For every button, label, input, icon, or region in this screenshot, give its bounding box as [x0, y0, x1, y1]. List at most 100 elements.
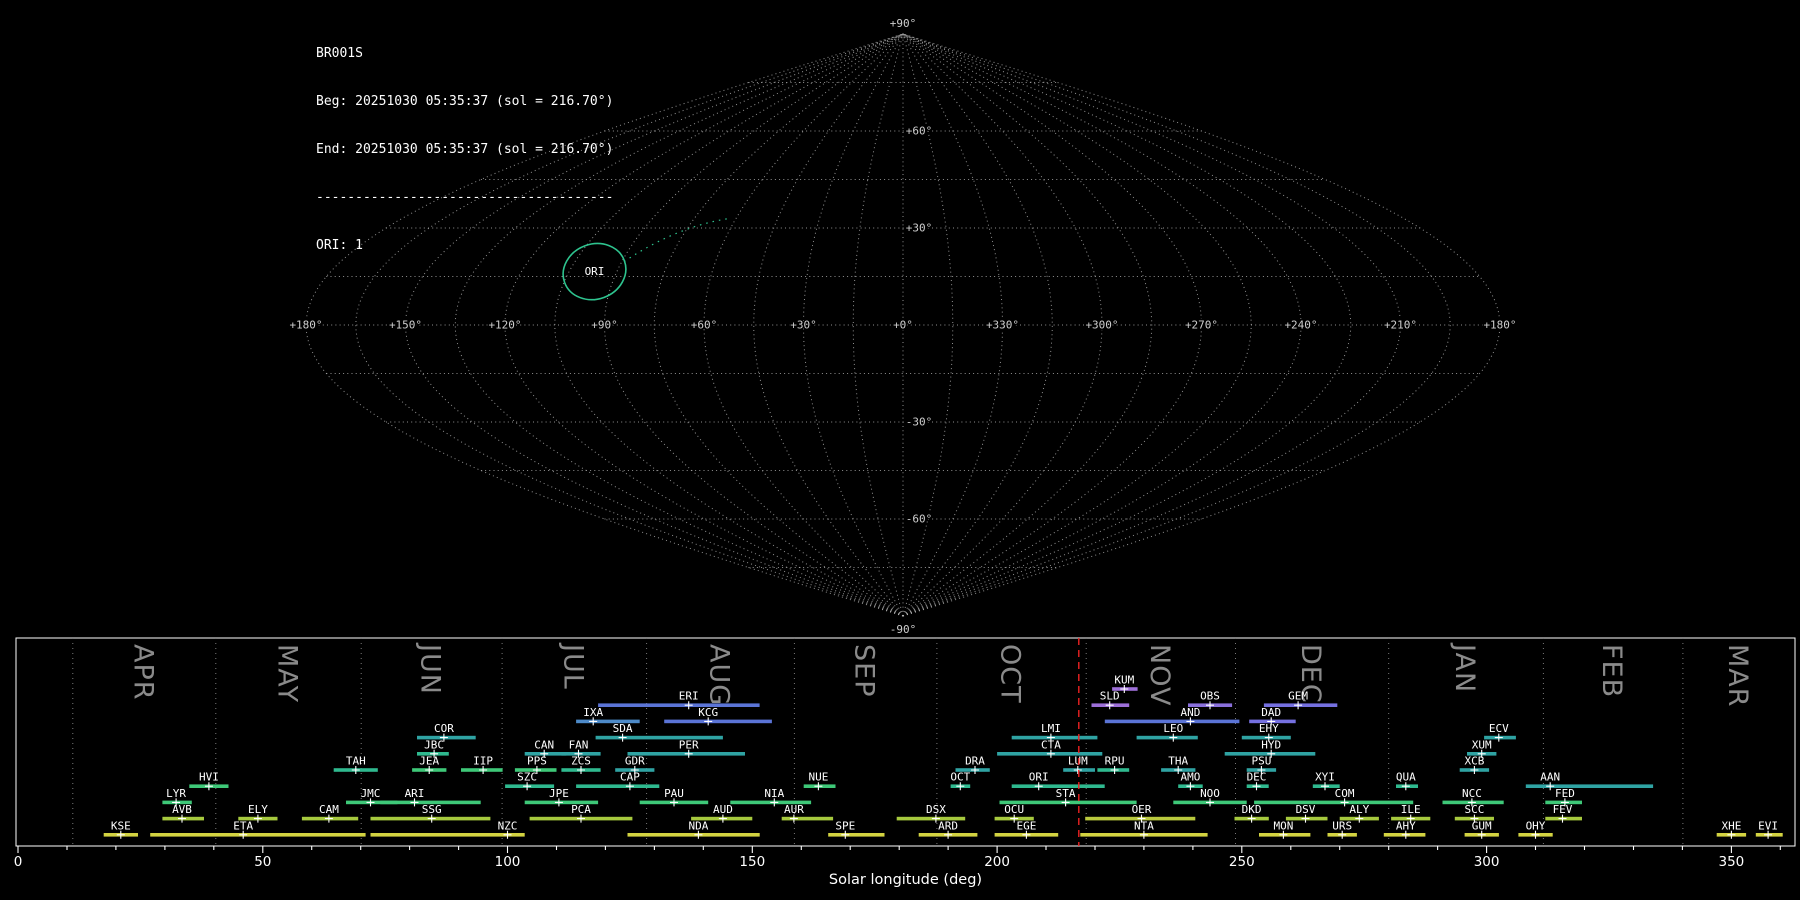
shower-MON: MON — [1259, 819, 1311, 839]
shower-activity-bar — [595, 735, 723, 740]
month-label: JUL — [557, 642, 588, 690]
x-tick-label: 250 — [1229, 854, 1255, 870]
shower-code-label: NDA — [688, 819, 708, 832]
shower-activity-bar — [1254, 800, 1414, 805]
shower-code-label: OCU — [1004, 803, 1024, 816]
shower-activity-bar — [664, 719, 772, 724]
shower-SZC: SZC — [505, 771, 555, 791]
shower-LEO: LEO — [1136, 722, 1198, 742]
shower-activity-bar — [1136, 735, 1198, 740]
shower-SPE: SPE — [828, 819, 885, 839]
shower-code-label: ARD — [938, 819, 958, 832]
shower-code-label: OCT — [950, 771, 970, 784]
shower-code-label: ZCS — [571, 755, 591, 768]
shower-code-label: COM — [1335, 787, 1355, 800]
shower-code-label: GUM — [1472, 819, 1492, 832]
shower-code-label: LMI — [1041, 722, 1061, 735]
shower-code-label: NUE — [808, 771, 828, 784]
shower-AMO: AMO — [1178, 771, 1203, 791]
shower-code-label: XCB — [1464, 755, 1484, 768]
equator-longitude-label: +120° — [488, 319, 521, 332]
shower-code-label: PPS — [527, 755, 547, 768]
shower-EVI: EVI — [1755, 819, 1783, 839]
shower-RPU: RPU — [1097, 755, 1130, 774]
shower-code-label: DSV — [1296, 803, 1316, 816]
shower-code-label: NZC — [498, 819, 518, 832]
shower-code-label: XHE — [1721, 819, 1741, 832]
pole-label-south: -90° — [890, 623, 917, 636]
shower-code-label: KCG — [698, 706, 718, 719]
x-tick-label: 150 — [739, 854, 765, 870]
shower-CAM: CAM — [301, 803, 359, 823]
meridian-line — [902, 33, 1053, 617]
x-tick-label: 50 — [254, 854, 271, 870]
separator-line: -------------------------------------- — [316, 190, 614, 205]
month-label: NOV — [1144, 644, 1175, 706]
radiant-drift-path — [623, 217, 731, 263]
shower-code-label: IIP — [473, 755, 493, 768]
observation-info: BR001S Beg: 20251030 05:35:37 (sol = 216… — [316, 14, 613, 286]
shower-NZC: NZC — [370, 819, 525, 839]
shower-code-label: STA — [1056, 787, 1076, 800]
shower-code-label: ETA — [233, 819, 253, 832]
shower-OHY: OHY — [1518, 819, 1553, 839]
end-time-line: End: 20251030 05:35:37 (sol = 216.70°) — [316, 142, 614, 157]
equator-longitude-label: +240° — [1284, 319, 1317, 332]
shower-code-label: EVI — [1758, 819, 1778, 832]
shower-code-label: FED — [1555, 787, 1575, 800]
shower-FEV: FEV — [1545, 803, 1582, 823]
month-label: JAN — [1449, 642, 1480, 693]
shower-OCT: OCT — [950, 771, 971, 791]
shower-code-label: COR — [434, 722, 454, 735]
meridian-line — [902, 33, 1203, 617]
shower-code-label: OER — [1132, 803, 1152, 816]
shower-code-label: IXA — [583, 706, 603, 719]
shower-code-label: NOO — [1200, 787, 1220, 800]
shower-code-label: AAN — [1540, 771, 1560, 784]
shower-code-label: PAU — [664, 787, 684, 800]
shower-NUE: NUE — [803, 771, 836, 791]
shower-HVI: HVI — [189, 771, 229, 791]
shower-code-label: DAD — [1261, 706, 1281, 719]
shower-code-label: QUA — [1396, 771, 1416, 784]
shower-code-label: PCA — [571, 803, 591, 816]
shower-ZCS: ZCS — [561, 755, 601, 774]
shower-code-label: OHY — [1526, 819, 1546, 832]
shower-code-label: ARI — [405, 787, 425, 800]
month-label: AUG — [704, 644, 735, 706]
equator-longitude-label: +30° — [790, 319, 817, 332]
shower-URS: URS — [1327, 819, 1357, 839]
shower-AUR: AUR — [781, 803, 834, 823]
shower-code-label: XUM — [1472, 738, 1492, 751]
shower-bars: KUM ERI SLD OBS GEM IXA KCG AND DAD COR SDA LMI LEO E… — [103, 674, 1783, 839]
shower-code-label: DRA — [965, 755, 985, 768]
shower-DEC: DEC — [1247, 771, 1269, 791]
shower-code-label: CAN — [534, 738, 554, 751]
x-axis: 0 50 100 150 200 250 300 350 Solar longitude (de… — [14, 846, 1781, 888]
shower-PER: PER — [627, 738, 745, 758]
meridian-line — [603, 33, 904, 617]
shower-code-label: SSG — [422, 803, 442, 816]
shower-code-label: GEM — [1288, 690, 1308, 703]
shower-PAU: PAU — [639, 787, 709, 807]
x-tick-label: 300 — [1474, 854, 1500, 870]
shower-PCA: PCA — [529, 803, 633, 823]
shower-AHY: AHY — [1383, 819, 1426, 839]
shower-code-label: DKD — [1242, 803, 1262, 816]
shower-XCB: XCB — [1459, 755, 1490, 774]
shower-code-label: ILE — [1401, 803, 1421, 816]
shower-code-label: AHY — [1396, 819, 1416, 832]
shower-code-label: KUM — [1114, 674, 1134, 687]
shower-code-label: FEV — [1553, 803, 1573, 816]
shower-code-label: ECV — [1489, 722, 1509, 735]
shower-code-label: AMO — [1180, 771, 1200, 784]
shower-activity-bar — [370, 833, 525, 837]
shower-code-label: DEC — [1247, 771, 1267, 784]
shower-EGE: EGE — [994, 819, 1059, 839]
shower-code-label: OBS — [1200, 690, 1220, 703]
shower-activity-bar — [1525, 784, 1654, 788]
shower-code-label: PSU — [1251, 755, 1271, 768]
latitude-label: -30° — [906, 416, 933, 429]
shower-code-label: URS — [1332, 819, 1352, 832]
shower-JEA: JEA — [412, 755, 447, 774]
